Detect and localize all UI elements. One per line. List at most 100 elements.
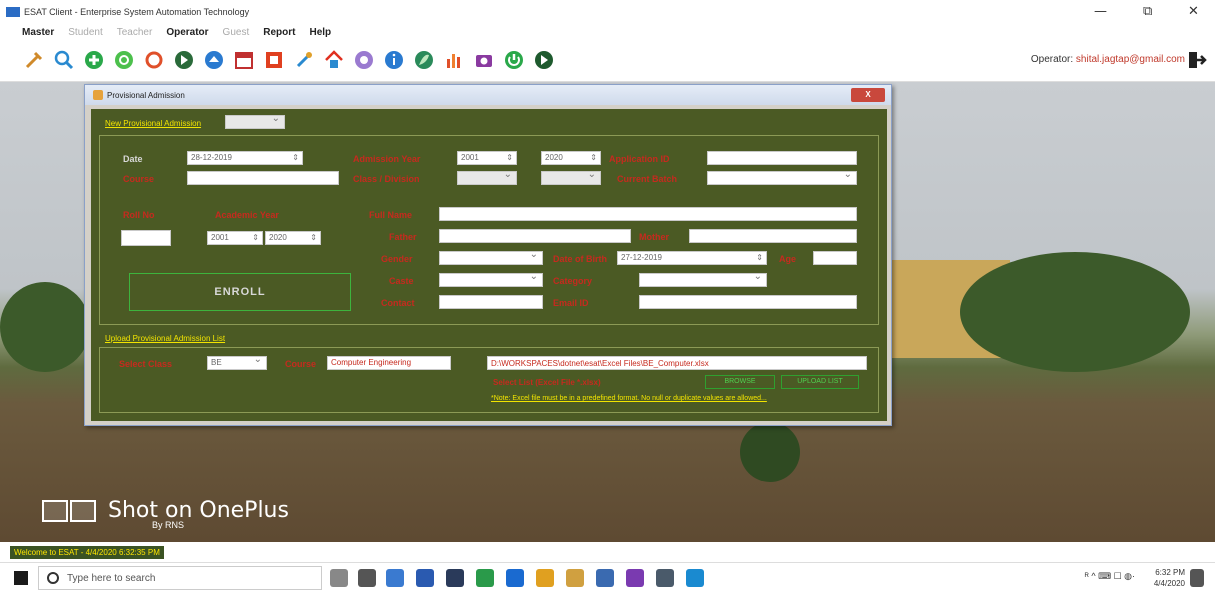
excel-icon[interactable] <box>476 569 494 587</box>
browse-button[interactable]: BROWSE <box>705 375 775 389</box>
gender-select[interactable] <box>439 251 543 265</box>
enroll-button[interactable]: ENROLL <box>129 273 351 311</box>
refresh-green-icon[interactable] <box>110 46 138 74</box>
menu-help[interactable]: Help <box>309 27 331 38</box>
new-admission-select[interactable] <box>225 115 285 129</box>
home-icon[interactable] <box>320 46 348 74</box>
category-label: Category <box>553 276 593 286</box>
admission-year-to[interactable]: 2020 <box>541 151 601 165</box>
info-icon[interactable] <box>380 46 408 74</box>
watermark-text: Shot on OnePlus <box>108 498 289 523</box>
window-title: ESAT Client - Enterprise System Automati… <box>24 7 250 17</box>
full-name-field[interactable] <box>439 207 857 221</box>
select-list-label: Select List (Excel File *.xlsx) <box>493 378 601 387</box>
search-placeholder: Type here to search <box>67 572 156 584</box>
logout-icon[interactable] <box>1187 50 1207 70</box>
calendar-icon[interactable] <box>230 46 258 74</box>
category-select[interactable] <box>639 273 767 287</box>
division-select[interactable] <box>541 171 601 185</box>
dob-picker[interactable]: 27-12-2019 <box>617 251 767 265</box>
edge-icon[interactable] <box>506 569 524 587</box>
taskbar-search[interactable]: Type here to search <box>38 566 322 590</box>
app-icon-1[interactable] <box>386 569 404 587</box>
flower-icon[interactable] <box>350 46 378 74</box>
file-path-field[interactable]: D:\WORKSPACES\dotnet\esat\Excel Files\BE… <box>487 356 867 370</box>
maximize-button[interactable]: ⧉ <box>1143 4 1152 19</box>
camera-icon[interactable] <box>470 46 498 74</box>
roll-no-label: Roll No <box>123 210 155 220</box>
date-picker[interactable]: 28-12-2019 <box>187 151 303 165</box>
class-select[interactable] <box>457 171 517 185</box>
minimize-button[interactable]: — <box>1094 4 1107 19</box>
age-field[interactable] <box>813 251 857 265</box>
tools-icon[interactable] <box>20 46 48 74</box>
visual-studio-icon[interactable] <box>626 569 644 587</box>
father-field[interactable] <box>439 229 631 243</box>
course-field[interactable] <box>187 171 339 185</box>
admission-year-label: Admission Year <box>353 154 421 164</box>
status-bar: Welcome to ESAT - 4/4/2020 6:32:35 PM <box>0 544 1215 562</box>
mother-field[interactable] <box>689 229 857 243</box>
course-label: Course <box>123 174 155 184</box>
chrome-icon[interactable] <box>536 569 554 587</box>
admission-year-from[interactable]: 2001 <box>457 151 517 165</box>
contact-field[interactable] <box>439 295 543 309</box>
menu-report[interactable]: Report <box>263 27 295 38</box>
pin-icon[interactable] <box>290 46 318 74</box>
esat-app-icon[interactable] <box>686 569 704 587</box>
gender-label: Gender <box>381 254 413 264</box>
academic-year-from[interactable]: 2001 <box>207 231 263 245</box>
tree-shape <box>960 252 1190 372</box>
pdf-icon[interactable] <box>260 46 288 74</box>
provisional-admission-dialog: Provisional Admission X New Provisional … <box>84 84 892 426</box>
sync-icon[interactable] <box>140 46 168 74</box>
current-batch-select[interactable] <box>707 171 857 185</box>
new-admission-link[interactable]: New Provisional Admission <box>105 119 201 128</box>
status-text: Welcome to ESAT - 4/4/2020 6:32:35 PM <box>10 546 164 559</box>
upload-list-link[interactable]: Upload Provisional Admission List <box>105 334 225 343</box>
dialog-close-button[interactable]: X <box>851 88 885 102</box>
email-field[interactable] <box>639 295 857 309</box>
date-label: Date <box>123 154 143 164</box>
search-icon[interactable] <box>50 46 78 74</box>
menu-student: Student <box>68 26 103 38</box>
mic-icon[interactable] <box>330 569 348 587</box>
application-id-field[interactable] <box>707 151 857 165</box>
upload-icon[interactable] <box>200 46 228 74</box>
academic-year-to[interactable]: 2020 <box>265 231 321 245</box>
course2-field[interactable]: Computer Engineering <box>327 356 451 370</box>
cortana-icon <box>47 572 59 584</box>
taskbar-clock[interactable]: 6:32 PM 4/4/2020 <box>1154 567 1185 589</box>
full-name-label: Full Name <box>369 210 413 220</box>
app-icon-2[interactable] <box>416 569 434 587</box>
close-window-button[interactable]: ✕ <box>1188 4 1199 19</box>
power-icon[interactable] <box>500 46 528 74</box>
notification-icon[interactable] <box>1190 569 1204 587</box>
system-tray[interactable]: ᴿ ^ ⌨ ☐ ◍· <box>1085 571 1135 582</box>
task-view-icon[interactable] <box>358 569 376 587</box>
select-class-label: Select Class <box>119 359 173 369</box>
arrow-right-icon[interactable] <box>530 46 558 74</box>
class-division-label: Class / Division <box>353 174 420 184</box>
menu-operator[interactable]: Operator <box>166 27 208 38</box>
app-icon-5[interactable] <box>656 569 674 587</box>
dialog-title-bar: Provisional Admission <box>85 85 891 105</box>
app-icon-4[interactable] <box>596 569 614 587</box>
leaf-icon[interactable] <box>410 46 438 74</box>
menu-guest: Guest <box>222 26 250 38</box>
chart-icon[interactable] <box>440 46 468 74</box>
app-icon-3[interactable] <box>446 569 464 587</box>
explorer-icon[interactable] <box>566 569 584 587</box>
select-class-dropdown[interactable]: BE <box>207 356 267 370</box>
oneplus-watermark: Shot on OnePlus By RNS <box>42 498 289 530</box>
operator-prefix: Operator: <box>1030 54 1076 65</box>
roll-no-field[interactable] <box>121 230 171 246</box>
toolbar: Operator: shital.jagtap@gmail.com <box>0 40 1215 82</box>
age-label: Age <box>779 254 797 264</box>
next-icon[interactable] <box>170 46 198 74</box>
upload-list-button[interactable]: UPLOAD LIST <box>781 375 859 389</box>
add-icon[interactable] <box>80 46 108 74</box>
menu-master[interactable]: Master <box>22 27 54 38</box>
windows-start-icon[interactable] <box>14 571 28 585</box>
caste-select[interactable] <box>439 273 543 287</box>
